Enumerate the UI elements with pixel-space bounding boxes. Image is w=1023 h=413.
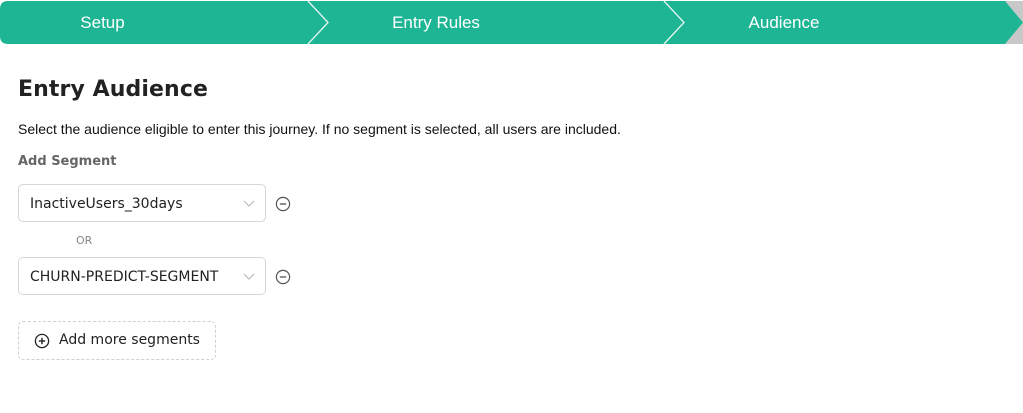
chevron-down-icon	[243, 200, 255, 207]
remove-segment-1-icon[interactable]	[275, 196, 291, 212]
segment-select-value: InactiveUsers_30days	[30, 196, 183, 212]
step-audience[interactable]: Audience	[686, 1, 882, 44]
page-title: Entry Audience	[18, 77, 208, 102]
add-more-segments-button[interactable]: Add more segments	[18, 321, 216, 360]
step-setup[interactable]: Setup	[0, 1, 205, 44]
chevron-down-icon	[243, 273, 255, 280]
add-segment-label: Add Segment	[18, 154, 117, 169]
plus-circle-icon	[34, 333, 50, 349]
step-entry-rules[interactable]: Entry Rules	[330, 1, 542, 44]
segment-select-value: CHURN-PREDICT-SEGMENT	[30, 269, 219, 285]
remove-segment-2-icon[interactable]	[275, 269, 291, 285]
page-description: Select the audience eligible to enter th…	[18, 121, 621, 137]
add-more-segments-label: Add more segments	[59, 332, 200, 348]
segment-select-2[interactable]: CHURN-PREDICT-SEGMENT	[18, 257, 266, 295]
progress-stepper: Setup Entry Rules Audience	[0, 1, 1023, 44]
segment-select-1[interactable]: InactiveUsers_30days	[18, 184, 266, 222]
or-separator: OR	[76, 234, 93, 247]
